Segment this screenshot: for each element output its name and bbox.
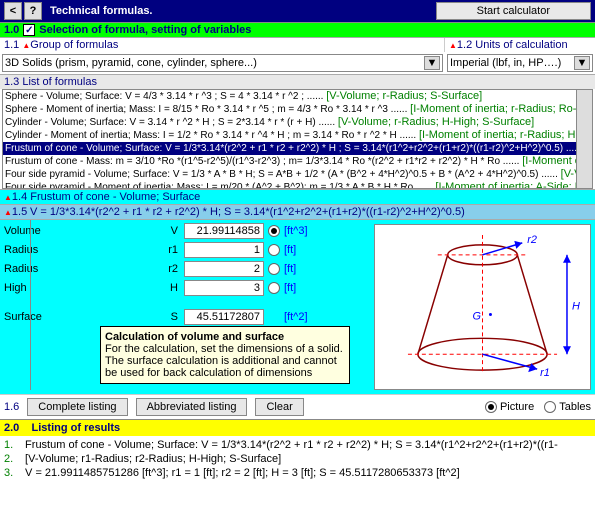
- scrollbar-v[interactable]: [576, 90, 592, 188]
- formula-row[interactable]: Sphere - Volume; Surface: V = 4/3 * 3.14…: [3, 90, 592, 103]
- result-row: 1. Frustum of cone - Volume; Surface: V …: [4, 438, 591, 452]
- chevron-down-icon[interactable]: ▼: [574, 56, 590, 70]
- sec14-header: ▲1.4 Frustum of cone - Volume; Surface: [0, 189, 595, 204]
- sec11-num: 1.1: [4, 39, 19, 51]
- var-symbol: r1: [144, 244, 184, 256]
- sec12-label: Units of calculation: [475, 39, 567, 51]
- section-1-checkbox[interactable]: [23, 24, 35, 36]
- var-radio[interactable]: [268, 225, 280, 237]
- row-11-12: 1.1 ▲Group of formulas ▲1.2 Units of cal…: [0, 37, 595, 52]
- sec13-label: List of formulas: [22, 76, 97, 88]
- formula-row[interactable]: Frustum of cone - Mass: m = 3/10 *Ro *(r…: [3, 155, 592, 168]
- result-row: 2. [V-Volume; r1-Radius; r2-Radius; H-Hi…: [4, 452, 591, 466]
- sec13-num: 1.3: [4, 76, 19, 88]
- var-unit: [ft]: [284, 244, 296, 256]
- picture-label: Picture: [500, 401, 534, 413]
- complete-listing-button[interactable]: Complete listing: [27, 398, 127, 416]
- var-input[interactable]: [184, 223, 264, 239]
- section-1-label: Selection of formula, setting of variabl…: [39, 24, 251, 36]
- tri-icon: ▲: [4, 208, 12, 217]
- clear-button[interactable]: Clear: [255, 398, 303, 416]
- dim-H: H: [572, 300, 580, 312]
- var-name: Volume: [4, 225, 144, 237]
- var-unit: [ft^2]: [284, 311, 308, 323]
- var-name: Radius: [4, 263, 144, 275]
- var-radio[interactable]: [268, 263, 280, 275]
- result-row: 3. V = 21.9911485751286 [ft^3]; r1 = 1 […: [4, 466, 591, 480]
- formula-row[interactable]: Sphere - Moment of inertia; Mass: I = 8/…: [3, 103, 592, 116]
- variable-row: Radiusr1 [ft]: [4, 241, 366, 259]
- variable-row: VolumeV [ft^3]: [4, 222, 366, 240]
- section-2-header: 2.0 Listing of results: [0, 419, 595, 436]
- var-name: Surface: [4, 311, 144, 323]
- formula-row[interactable]: Cylinder - Moment of inertia; Mass: I = …: [3, 129, 592, 142]
- sec15-header: ▲1.5 V = 1/3*3.14*(r2^2 + r1 * r2 + r2^2…: [0, 204, 595, 219]
- tables-label: Tables: [559, 401, 591, 413]
- sec2-num: 2.0: [4, 422, 19, 434]
- var-input[interactable]: [184, 309, 264, 325]
- sec16-num: 1.6: [4, 401, 19, 413]
- variable-row: HighH [ft]: [4, 279, 366, 297]
- back-button[interactable]: <: [4, 2, 22, 20]
- var-input[interactable]: [184, 280, 264, 296]
- var-symbol: S: [144, 311, 184, 323]
- section-1-header: 1.0 Selection of formula, setting of var…: [0, 22, 595, 37]
- dim-r1: r1: [540, 367, 550, 379]
- window-title: Technical formulas.: [50, 5, 153, 17]
- diagram-panel: H r2 r1 G: [374, 224, 591, 390]
- decor-line: [30, 220, 31, 390]
- var-name: High: [4, 282, 144, 294]
- formula-row[interactable]: Cylinder - Volume; Surface: V = 3.14 * r…: [3, 116, 592, 129]
- sec11-label: Group of formulas: [30, 39, 118, 51]
- abbreviated-listing-button[interactable]: Abbreviated listing: [136, 398, 248, 416]
- var-symbol: H: [144, 282, 184, 294]
- var-unit: [ft]: [284, 263, 296, 275]
- tooltip: Calculation of volume and surface For th…: [100, 326, 350, 384]
- help-button[interactable]: ?: [24, 2, 42, 20]
- section-1-num: 1.0: [4, 24, 19, 36]
- tri-icon: ▲: [4, 193, 12, 202]
- var-radio[interactable]: [268, 244, 280, 256]
- sec14-num: 1.4: [12, 191, 27, 203]
- frustum-diagram: H r2 r1 G: [375, 225, 590, 389]
- tables-radio[interactable]: [544, 401, 556, 413]
- sec14-label: Frustum of cone - Volume; Surface: [30, 191, 200, 203]
- variables-area: VolumeV[ft^3]Radiusr1[ft]Radiusr2[ft]Hig…: [0, 219, 595, 394]
- start-calculator-button[interactable]: Start calculator: [436, 2, 591, 20]
- var-input[interactable]: [184, 261, 264, 277]
- formula-row[interactable]: Four side pyramid - Volume; Surface: V =…: [3, 168, 592, 181]
- dim-G: G: [473, 310, 482, 322]
- var-name: Radius: [4, 244, 144, 256]
- picture-radio[interactable]: [485, 401, 497, 413]
- units-dropdown[interactable]: Imperial (lbf, in, HP….) ▼: [447, 54, 593, 72]
- button-row-16: 1.6 Complete listing Abbreviated listing…: [0, 394, 595, 419]
- formula-list[interactable]: Sphere - Volume; Surface: V = 4/3 * 3.14…: [2, 89, 593, 189]
- formula-row[interactable]: Frustum of cone - Volume; Surface: V = 1…: [3, 142, 592, 155]
- var-symbol: r2: [144, 263, 184, 275]
- var-radio[interactable]: [268, 282, 280, 294]
- sec2-label: Listing of results: [32, 422, 121, 434]
- var-unit: [ft^3]: [284, 225, 308, 237]
- group-dropdown-value: 3D Solids (prism, pyramid, cone, cylinde…: [5, 57, 257, 69]
- group-dropdown[interactable]: 3D Solids (prism, pyramid, cone, cylinde…: [2, 54, 443, 72]
- tooltip-title: Calculation of volume and surface: [105, 331, 345, 343]
- chevron-down-icon[interactable]: ▼: [424, 56, 440, 70]
- var-symbol: V: [144, 225, 184, 237]
- tooltip-body: For the calculation, set the dimensions …: [105, 343, 345, 379]
- titlebar: < ? Technical formulas. Start calculator: [0, 0, 595, 22]
- surface-row: SurfaceS [ft^2]: [4, 308, 366, 326]
- sec15-num: 1.5: [12, 206, 27, 218]
- dim-r2: r2: [527, 234, 537, 246]
- sec15-formula: V = 1/3*3.14*(r2^2 + r1 * r2 + r2^2) * H…: [30, 206, 465, 218]
- sec13-header: 1.3 List of formulas: [0, 74, 595, 89]
- units-dropdown-value: Imperial (lbf, in, HP….): [450, 57, 561, 69]
- sec12-num: 1.2: [457, 39, 472, 51]
- var-input[interactable]: [184, 242, 264, 258]
- formula-row[interactable]: Four side pyramid - Moment of inertia; M…: [3, 181, 592, 189]
- results-list: 1. Frustum of cone - Volume; Surface: V …: [0, 436, 595, 482]
- variable-row: Radiusr2 [ft]: [4, 260, 366, 278]
- tri-icon: ▲: [449, 41, 457, 50]
- var-unit: [ft]: [284, 282, 296, 294]
